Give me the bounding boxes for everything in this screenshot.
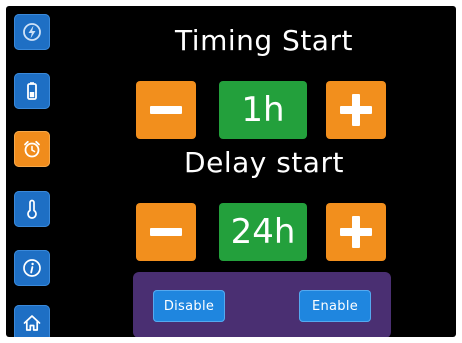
minus-icon — [150, 106, 182, 114]
timing-decrease-button[interactable] — [136, 81, 196, 139]
alarm-clock-icon — [24, 140, 40, 158]
sidebar-item-battery[interactable] — [14, 73, 50, 109]
home-icon — [23, 315, 41, 331]
timing-start-title: Timing Start — [175, 24, 353, 57]
sidebar-item-home[interactable] — [14, 305, 50, 337]
sidebar-item-info[interactable] — [14, 250, 50, 286]
device-screen: Timing Start 1h Delay start 24h Disable … — [6, 6, 456, 337]
info-icon — [23, 259, 41, 277]
disable-button[interactable]: Disable — [153, 290, 225, 322]
sidebar — [14, 14, 54, 337]
sidebar-item-temperature[interactable] — [14, 191, 50, 227]
timing-value-display: 1h — [219, 81, 307, 139]
power-bolt-icon — [23, 23, 41, 41]
delay-increase-button[interactable] — [326, 203, 386, 261]
sidebar-item-power[interactable] — [14, 14, 50, 50]
delay-start-title: Delay start — [184, 146, 344, 179]
mode-panel: Disable Enable — [133, 272, 391, 337]
timing-increase-button[interactable] — [326, 81, 386, 139]
minus-icon — [150, 228, 182, 236]
thermometer-icon — [27, 199, 37, 219]
enable-button[interactable]: Enable — [299, 290, 371, 322]
battery-icon — [27, 82, 37, 100]
sidebar-item-timer[interactable] — [14, 131, 50, 167]
delay-decrease-button[interactable] — [136, 203, 196, 261]
delay-value-display: 24h — [219, 203, 307, 261]
